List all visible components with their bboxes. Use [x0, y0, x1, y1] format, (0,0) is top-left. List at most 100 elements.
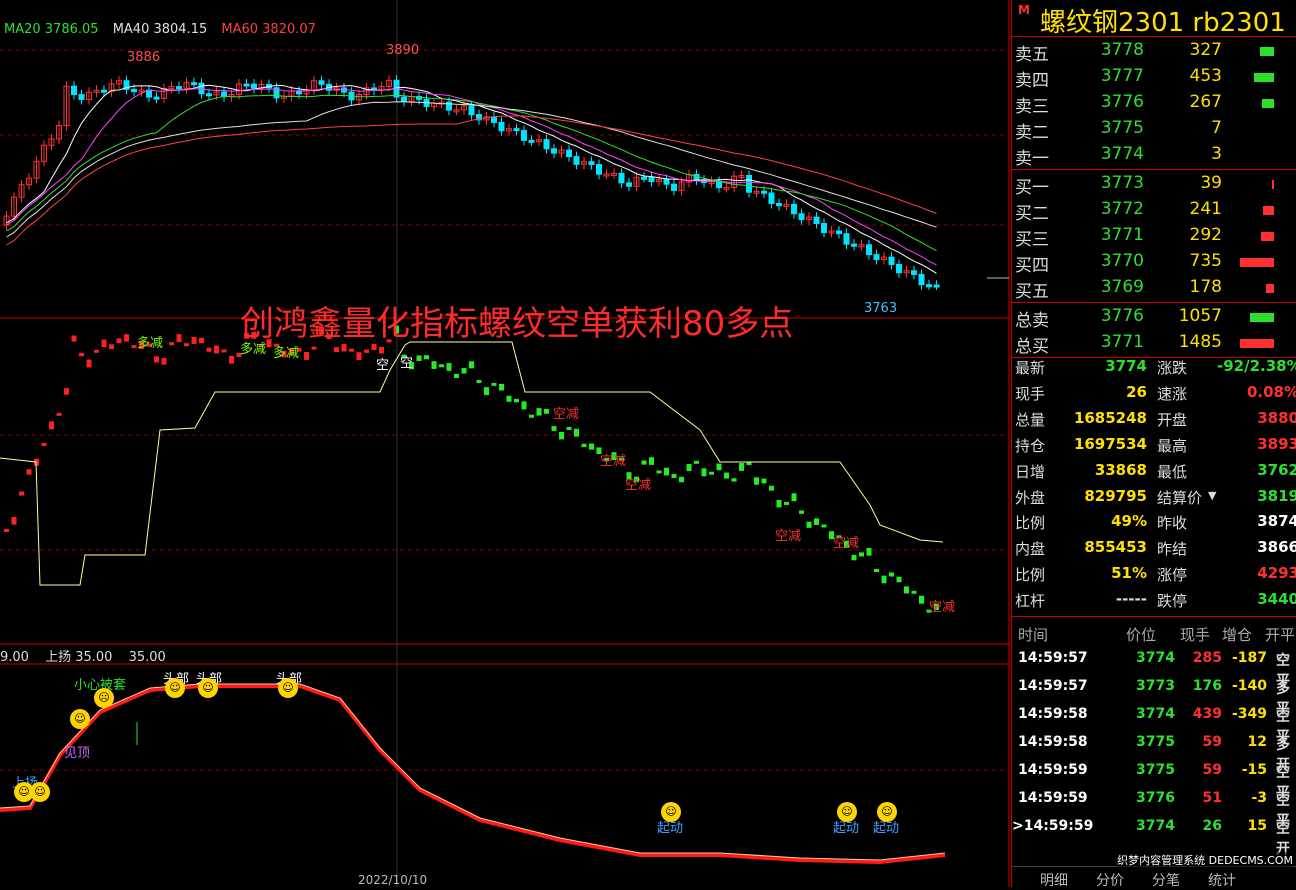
- stat-value: 3874: [1257, 512, 1296, 531]
- indicator-candle: [206, 347, 212, 352]
- stat-key: 总量: [1015, 410, 1046, 429]
- stat-value: 1685248: [1073, 408, 1147, 427]
- candle-body: [153, 96, 160, 100]
- stat-value: 3880: [1257, 408, 1296, 427]
- tab-price-dist[interactable]: 分价: [1096, 870, 1124, 890]
- level-price: 3775: [1100, 118, 1144, 138]
- candle-body: [71, 85, 77, 96]
- indicator-candle: [416, 355, 422, 361]
- indicator-candle: [439, 364, 444, 368]
- indicator-candle: [769, 485, 774, 491]
- candle-body: [671, 183, 677, 191]
- tick-oi-change: -15: [1241, 762, 1267, 778]
- bid-level[interactable]: 买五 3769 178: [1012, 275, 1296, 302]
- indicator-candle: [896, 576, 902, 583]
- candle-body: [498, 121, 505, 132]
- indicator-candle: [656, 470, 662, 474]
- menu-badge[interactable]: M: [1018, 3, 1030, 17]
- indicator-candle: [814, 518, 819, 525]
- tab-detail[interactable]: 明细: [1040, 870, 1068, 890]
- level-volume: 292: [1189, 225, 1222, 245]
- indicator-candle: [686, 464, 692, 472]
- indicator-candle: [731, 478, 737, 482]
- candle-body: [918, 273, 925, 286]
- total-level[interactable]: 总买 3771 1485: [1012, 330, 1296, 357]
- tick-volume: 51: [1202, 790, 1222, 806]
- candle-body: [648, 177, 655, 183]
- stat-value: 855453: [1084, 538, 1147, 557]
- candle-body: [873, 254, 880, 261]
- stat-value: -92/2.38%: [1217, 357, 1296, 375]
- indicator-candle: [334, 347, 339, 352]
- signal-flip: 空: [376, 358, 390, 373]
- signal-short-reduce: 空减: [600, 454, 627, 469]
- indicator-candle: [94, 349, 99, 353]
- ask-level[interactable]: 卖四 3777 453: [1012, 64, 1296, 91]
- candle-body: [191, 82, 197, 86]
- tick-time: 14:59:58: [1018, 734, 1088, 750]
- indicator-candle: [694, 460, 699, 464]
- tick-time: >14:59:59: [1012, 818, 1094, 834]
- tab-trades[interactable]: 分笔: [1152, 870, 1180, 890]
- indicator-candle: [484, 387, 489, 396]
- candle-body: [663, 179, 670, 185]
- total-level[interactable]: 总卖 3776 1057: [1012, 304, 1296, 331]
- candle-body: [618, 172, 625, 184]
- level-label: 卖四: [1015, 71, 1049, 91]
- indicator-candle: [71, 335, 77, 342]
- indicator-candle: [641, 460, 647, 465]
- level-price: 3770: [1100, 251, 1144, 271]
- stat-row: 总量 1685248 开盘 3880: [1012, 406, 1296, 431]
- bid-level[interactable]: 买二 3772 241: [1012, 197, 1296, 224]
- indicator-candle: [64, 388, 69, 395]
- level-label: 卖五: [1015, 45, 1049, 65]
- stat-key: 涨跌: [1157, 359, 1188, 377]
- dropdown-arrow-icon[interactable]: ▼: [1208, 489, 1216, 502]
- bid-level[interactable]: 买三 3771 292: [1012, 223, 1296, 250]
- indicator-candle: [124, 334, 129, 342]
- tick-time: 14:59:57: [1018, 678, 1088, 694]
- smiley-icon: ☺: [165, 678, 185, 698]
- indicator-candle: [176, 334, 182, 343]
- candle-body: [791, 203, 797, 215]
- candle-body: [318, 80, 325, 85]
- stat-key: 速涨: [1157, 384, 1188, 403]
- indicator-candle: [26, 469, 32, 475]
- stat-key: 最新: [1015, 359, 1046, 377]
- ask-level[interactable]: 卖五 3778 327: [1012, 38, 1296, 65]
- candle-body: [866, 244, 872, 256]
- level-price: 3771: [1100, 225, 1144, 245]
- tab-stats[interactable]: 统计: [1208, 870, 1236, 890]
- candle-body: [543, 139, 550, 150]
- book-divider: [1012, 169, 1296, 170]
- level-volume: 3: [1211, 144, 1222, 164]
- ask-level[interactable]: 卖一 3774 3: [1012, 142, 1296, 169]
- low-label: 3763: [864, 301, 898, 316]
- smiley-icon: ☺: [278, 678, 298, 698]
- indicator-candle: [169, 342, 174, 346]
- indicator-candle: [191, 336, 197, 344]
- ask-level[interactable]: 卖三 3776 267: [1012, 90, 1296, 117]
- stat-row: 内盘 855453 昨结 3866: [1012, 535, 1296, 560]
- indicator-candle: [589, 443, 594, 450]
- tick-header-price: 价位: [1126, 626, 1157, 644]
- book-divider: [1012, 302, 1296, 303]
- indicator-candle: [551, 426, 557, 431]
- indicator-candle: [461, 367, 467, 374]
- kline-chart-canvas[interactable]: [0, 0, 1010, 887]
- tick-volume: 439: [1192, 706, 1222, 722]
- stat-key: 昨结: [1157, 540, 1188, 559]
- bid-level[interactable]: 买一 3773 39: [1012, 171, 1296, 198]
- indicator-candle: [566, 426, 572, 430]
- osc-legend-rise: 上扬 35.00: [45, 650, 113, 665]
- bid-level[interactable]: 买四 3770 735: [1012, 249, 1296, 276]
- signal-short-reduce: 空减: [625, 478, 652, 493]
- indicator-candle: [664, 467, 669, 476]
- kline-chart-area[interactable]: MA20 3786.05 MA40 3804.15 MA60 3820.07 3…: [0, 0, 1010, 887]
- smiley-icon: ☺: [70, 709, 90, 729]
- indicator-candle: [911, 590, 917, 594]
- tick-oi-change: -140: [1231, 678, 1267, 694]
- osc-legend-value: 9.00: [0, 650, 29, 665]
- ask-level[interactable]: 卖二 3775 7: [1012, 116, 1296, 143]
- stat-value: 829795: [1084, 486, 1147, 505]
